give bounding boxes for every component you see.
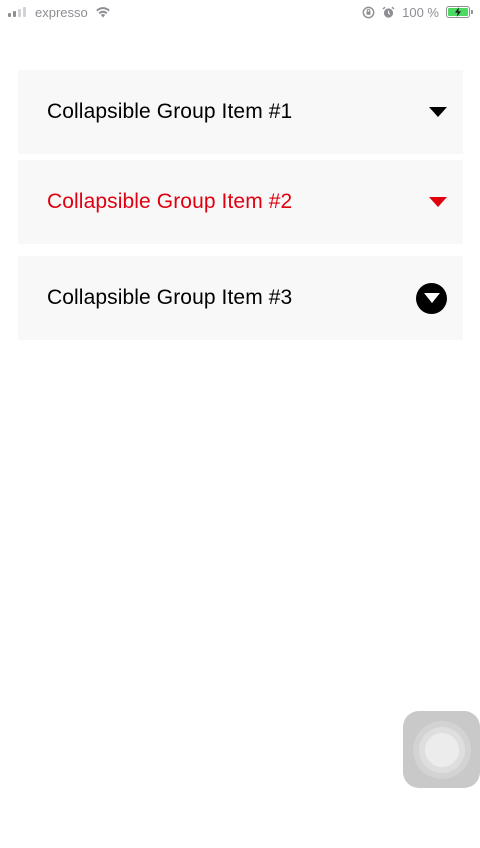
assistive-touch-icon[interactable]: [403, 711, 480, 788]
alarm-icon: [382, 6, 395, 19]
orientation-lock-icon: [362, 6, 375, 19]
signal-icon: [8, 7, 26, 17]
status-bar: expresso 100 %: [0, 0, 480, 24]
collapsible-item-3[interactable]: Collapsible Group Item #3: [18, 256, 463, 340]
collapsible-item-1[interactable]: Collapsible Group Item #1: [18, 70, 463, 154]
battery-percent: 100 %: [402, 4, 439, 20]
collapsible-item-3-label: Collapsible Group Item #3: [47, 286, 293, 309]
chevron-down-icon[interactable]: [429, 197, 447, 207]
circle-chevron-down-icon[interactable]: [416, 282, 447, 314]
battery-charging-icon: [446, 6, 473, 18]
screen: expresso 100 % Collapsible Group Item #1…: [0, 0, 480, 848]
collapsible-item-2-label: Collapsible Group Item #2: [47, 190, 293, 213]
collapsible-list: Collapsible Group Item #1 Collapsible Gr…: [18, 70, 463, 340]
status-left: expresso: [8, 5, 111, 20]
carrier-name: expresso: [35, 4, 88, 20]
wifi-icon: [95, 6, 111, 18]
status-right: 100 %: [362, 4, 473, 20]
collapsible-item-2[interactable]: Collapsible Group Item #2: [18, 160, 463, 244]
chevron-down-icon[interactable]: [429, 107, 447, 117]
collapsible-item-1-label: Collapsible Group Item #1: [47, 100, 293, 123]
